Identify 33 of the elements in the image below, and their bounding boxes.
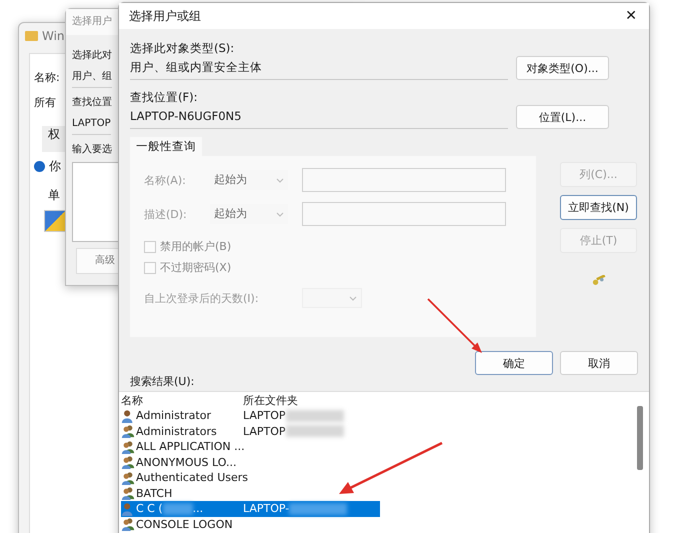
field-value: LAPTOP [72,113,111,135]
account-name: C C ( [136,502,163,516]
field-label: 查找位置 [72,96,112,110]
window-title: 选择用户或组 [129,8,201,24]
results-label: 搜索结果(U): [130,374,196,389]
account-name: BATCH [136,486,172,500]
info-text: 你 [49,158,61,175]
field-label: 输入要选 [72,142,112,157]
account-name: CONSOLE LOGON [136,518,233,531]
account-name: ... [192,502,204,516]
field-label: 查找位置(F): [130,89,198,106]
folder-name: LAPTOP- [243,502,290,516]
field-label: 自上次登录后的天数(I): [144,290,260,306]
folder-name: LAPTOP [243,409,286,422]
field-label: 描述(D): [144,206,188,222]
window-title: Win [42,29,65,43]
checkbox-label: 不过期密码(X) [160,260,232,275]
field-value: 用户、组 [72,66,112,88]
field-value: LAPTOP-N6UGF0N5 [130,106,508,129]
field-value: 用户、组或内置安全主体 [130,57,508,80]
account-name: ANONYMOUS LO... [136,456,236,469]
field-label: 所有 [34,95,56,111]
account-name: Administrators [136,424,217,438]
field-label: 名称: [34,70,60,86]
account-name: Authenticated Users [136,471,248,484]
checkbox-label: 禁用的帐户(B) [160,239,232,254]
field-label: 名称(A): [144,172,187,188]
label: 单 [48,187,61,204]
field-label: 选择此对象类型(S): [130,40,236,57]
account-name: ALL APPLICATION ... [136,440,245,454]
field-label: 选择此对 [72,48,112,63]
folder-name: LAPTOP [243,424,286,438]
account-name: Administrator [136,409,211,422]
